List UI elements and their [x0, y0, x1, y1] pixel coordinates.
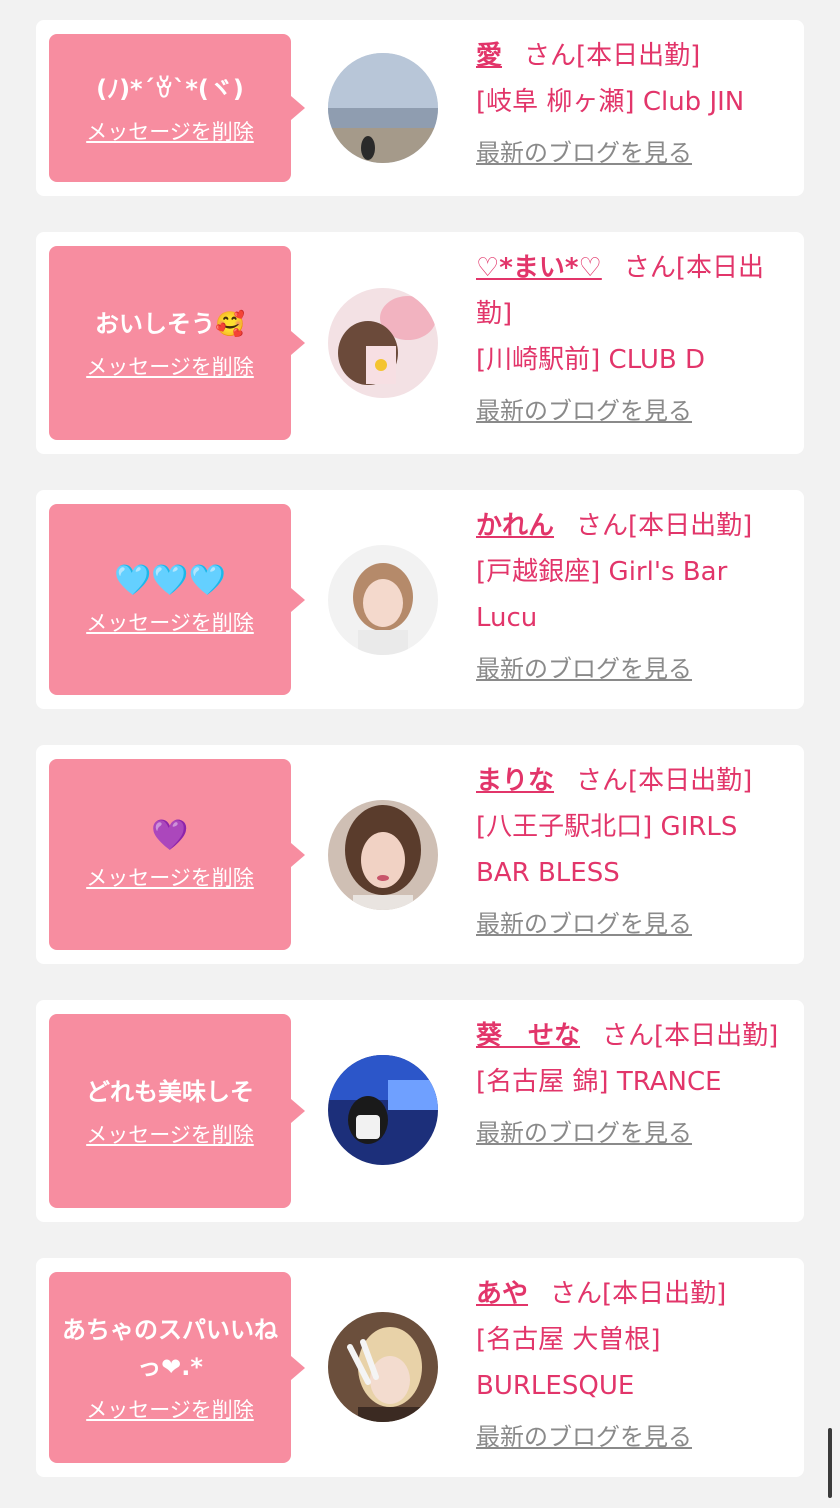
message-bubble: あちゃのスパいいねっ❤︎.* メッセージを削除 [49, 1272, 305, 1463]
message-bubble: 🩵🩵🩵 メッセージを削除 [49, 504, 305, 695]
cast-info: 愛さん[本日出勤] [岐阜 柳ヶ瀬] Club JIN 最新のブログを見る [476, 33, 790, 171]
message-bubble: (ﾉ)*´ꈊ`*(ヾ) メッセージを削除 [49, 34, 305, 182]
message-bubble: 💜 メッセージを削除 [49, 759, 305, 950]
delete-message-link[interactable]: メッセージを削除 [86, 353, 254, 381]
status-text: さん[本日出勤] [602, 1021, 779, 1051]
message-card: (ﾉ)*´ꈊ`*(ヾ) メッセージを削除 愛さん[本日出勤] [岐阜 柳ヶ瀬] … [36, 20, 804, 196]
shop-text: [戸越銀座] Girl's Bar Lucu [476, 557, 728, 633]
status-text: さん[本日出勤] [576, 766, 753, 796]
message-text: おいしそう🥰 [95, 309, 245, 338]
cast-name-link[interactable]: まりな [476, 766, 554, 796]
avatar[interactable] [328, 800, 438, 910]
shop-text: [名古屋 錦] TRANCE [476, 1067, 722, 1097]
cast-name-link[interactable]: ♡*まい*♡ [476, 253, 602, 283]
message-bubble: おいしそう🥰 メッセージを削除 [49, 246, 305, 440]
cast-info: かれん さん[本日出勤] [戸越銀座] Girl's Bar Lucu 最新のブロ… [476, 503, 790, 687]
shop-text: [川崎駅前] CLUB D [476, 345, 706, 375]
avatar[interactable] [328, 53, 438, 163]
shop-text: [岐阜 柳ヶ瀬] Club JIN [476, 87, 745, 117]
message-card: おいしそう🥰 メッセージを削除 ♡*まい*♡ さん[本日出勤] [川崎駅前] CL… [36, 232, 804, 454]
message-text: (ﾉ)*´ꈊ`*(ヾ) [96, 74, 244, 103]
message-card: あちゃのスパいいねっ❤︎.* メッセージを削除 あや さん[本日出勤] [名古屋 … [36, 1258, 804, 1477]
avatar[interactable] [328, 288, 438, 398]
cast-name-link[interactable]: あや [476, 1279, 528, 1309]
status-text: さん[本日出勤] [576, 511, 753, 541]
message-text: 💜 [151, 818, 189, 853]
message-text: どれも美味しそ [86, 1077, 254, 1106]
cast-name-link[interactable]: かれん [476, 511, 554, 541]
message-bubble: どれも美味しそ メッセージを削除 [49, 1014, 305, 1208]
cast-info: 葵 せな さん[本日出勤] [名古屋 錦] TRANCE 最新のブログを見る [476, 1013, 790, 1151]
cast-info: あや さん[本日出勤] [名古屋 大曽根] BURLESQUE 最新のブログを見る [476, 1271, 790, 1455]
avatar[interactable] [328, 1312, 438, 1422]
cast-name-link[interactable]: 葵 せな [476, 1021, 580, 1051]
latest-blog-link[interactable]: 最新のブログを見る [476, 1419, 790, 1455]
delete-message-link[interactable]: メッセージを削除 [86, 864, 254, 892]
latest-blog-link[interactable]: 最新のブログを見る [476, 393, 790, 429]
status-text: さん[本日出勤] [550, 1279, 727, 1309]
message-text: 🩵🩵🩵 [113, 563, 227, 598]
status-text: さん[本日出勤] [524, 41, 701, 71]
shop-text: [名古屋 大曽根] BURLESQUE [476, 1325, 661, 1401]
delete-message-link[interactable]: メッセージを削除 [86, 609, 254, 637]
message-card: 🩵🩵🩵 メッセージを削除 かれん さん[本日出勤] [戸越銀座] Girl's B… [36, 490, 804, 709]
message-list: (ﾉ)*´ꈊ`*(ヾ) メッセージを削除 愛さん[本日出勤] [岐阜 柳ヶ瀬] … [0, 0, 840, 1508]
delete-message-link[interactable]: メッセージを削除 [86, 118, 254, 146]
message-card: どれも美味しそ メッセージを削除 葵 せな さん[本日出勤] [名古屋 錦] TR… [36, 1000, 804, 1222]
scrollbar-thumb[interactable] [828, 1428, 832, 1498]
latest-blog-link[interactable]: 最新のブログを見る [476, 135, 790, 171]
cast-info: ♡*まい*♡ さん[本日出勤] [川崎駅前] CLUB D 最新のブログを見る [476, 245, 790, 429]
cast-info: まりな さん[本日出勤] [八王子駅北口] GIRLS BAR BLESS 最新の… [476, 758, 790, 942]
latest-blog-link[interactable]: 最新のブログを見る [476, 651, 790, 687]
message-card: 💜 メッセージを削除 まりな さん[本日出勤] [八王子駅北口] GIRLS BA… [36, 745, 804, 964]
cast-name-link[interactable]: 愛 [476, 41, 502, 71]
shop-text: [八王子駅北口] GIRLS BAR BLESS [476, 812, 738, 888]
latest-blog-link[interactable]: 最新のブログを見る [476, 1115, 790, 1151]
message-text: あちゃのスパいいねっ❤︎.* [62, 1315, 278, 1381]
latest-blog-link[interactable]: 最新のブログを見る [476, 906, 790, 942]
avatar[interactable] [328, 1055, 438, 1165]
avatar[interactable] [328, 545, 438, 655]
delete-message-link[interactable]: メッセージを削除 [86, 1121, 254, 1149]
delete-message-link[interactable]: メッセージを削除 [86, 1396, 254, 1424]
